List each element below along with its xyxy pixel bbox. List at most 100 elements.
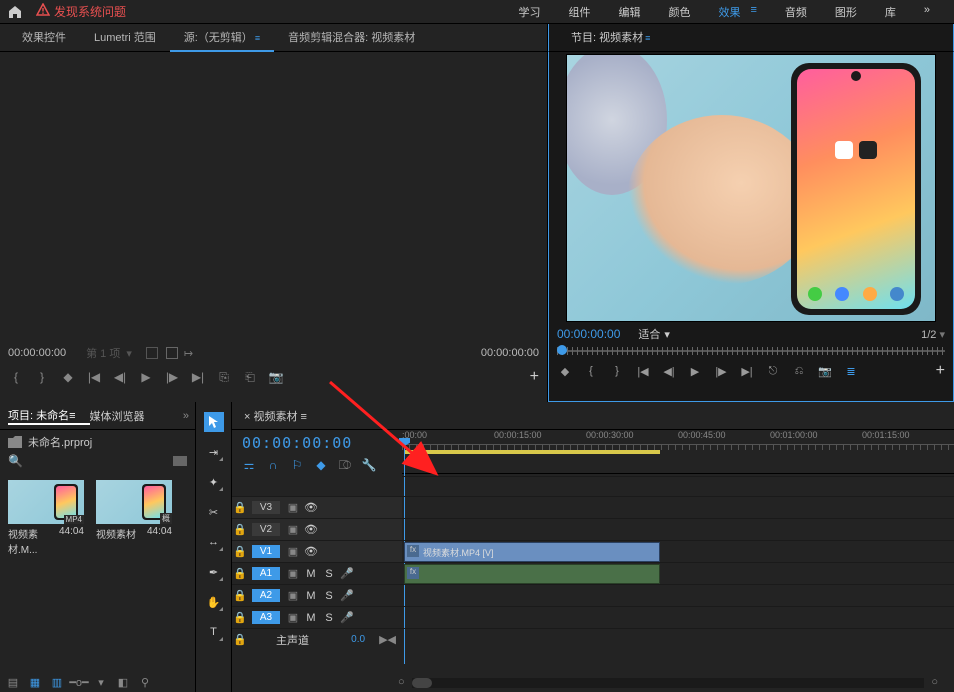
track-header-v2[interactable]: 🔒 V2 ▣ 👁 xyxy=(232,518,402,540)
sort-icon[interactable]: ▾ xyxy=(94,676,108,688)
audio-clip[interactable]: fx xyxy=(404,564,660,584)
search-icon[interactable]: 🔍 xyxy=(8,454,23,468)
source-tc-in[interactable]: 00:00:00:00 xyxy=(8,347,66,359)
panel-menu-icon[interactable]: ≡ xyxy=(645,33,650,43)
tab-source[interactable]: 源:（无剪辑）≡ xyxy=(170,24,274,52)
voiceover-icon[interactable]: 🎤 xyxy=(338,567,356,580)
source-swap-icon[interactable]: ↦ xyxy=(184,347,193,360)
zoom-out-icon[interactable]: ○ xyxy=(398,676,405,688)
fx-badge-icon[interactable]: fx xyxy=(407,567,419,579)
go-out-icon[interactable]: ▶| xyxy=(739,363,755,379)
mute-icon[interactable]: M xyxy=(302,590,320,602)
sync-lock-icon[interactable]: ▣ xyxy=(284,501,302,514)
track-select-tool-icon[interactable]: ⇥ xyxy=(204,442,224,462)
slip-tool-icon[interactable]: ↔ xyxy=(204,532,224,552)
menu-libraries[interactable]: 库 xyxy=(885,4,896,20)
solo-icon[interactable]: S xyxy=(320,612,338,624)
home-icon[interactable] xyxy=(8,5,22,19)
mute-icon[interactable]: M xyxy=(302,568,320,580)
panel-menu-icon[interactable]: ≡ xyxy=(69,410,75,422)
source-frame-btn[interactable] xyxy=(146,347,158,359)
export-frame-icon[interactable]: 📷 xyxy=(817,363,833,379)
tab-project[interactable]: 项目: 未命名≡ xyxy=(8,407,90,425)
step-back-icon[interactable]: ◀| xyxy=(112,369,128,385)
fx-badge-icon[interactable]: fx xyxy=(407,545,419,557)
source-frame-btn2[interactable] xyxy=(166,347,178,359)
wrench-icon[interactable]: 🔧 xyxy=(362,458,376,472)
type-tool-icon[interactable]: T xyxy=(204,622,224,642)
program-tc[interactable]: 00:00:00:00 xyxy=(557,327,620,341)
menu-graphics[interactable]: 图形 xyxy=(835,4,857,20)
project-item[interactable]: MP4 视频素材.M...44:04 xyxy=(8,480,84,556)
marker-icon[interactable]: ◆ xyxy=(557,363,573,379)
insert-overwrite-icon[interactable]: ⎄ xyxy=(338,458,352,472)
menu-assembly[interactable]: 组件 xyxy=(568,4,590,20)
zoom-in-icon[interactable]: ○ xyxy=(931,676,938,688)
zoom-dropdown[interactable]: 适合▾ xyxy=(638,326,670,342)
meter-icon[interactable]: ▶◀ xyxy=(379,633,396,646)
lock-icon[interactable]: 🔒 xyxy=(232,501,248,514)
go-out-icon[interactable]: ▶| xyxy=(190,369,206,385)
lock-icon[interactable]: 🔒 xyxy=(232,523,248,536)
play-icon[interactable]: ▶ xyxy=(687,363,703,379)
snap-icon[interactable]: ⚎ xyxy=(242,458,256,472)
source-monitor[interactable] xyxy=(0,52,547,342)
mark-in-icon[interactable]: { xyxy=(583,363,599,379)
video-clip[interactable]: fx 视频素材.MP4 [V] xyxy=(404,542,660,562)
lock-icon[interactable]: 🔒 xyxy=(232,633,248,646)
selection-tool-icon[interactable] xyxy=(204,412,224,432)
extract-icon[interactable]: ⎌ xyxy=(791,363,807,379)
resolution-dropdown[interactable]: 1/2 ▾ xyxy=(921,328,945,341)
track-header-a3[interactable]: 🔒 A3 ▣ M S 🎤 xyxy=(232,606,402,628)
timeline-settings-icon[interactable]: ◆ xyxy=(314,458,328,472)
menu-editing[interactable]: 编辑 xyxy=(618,4,640,20)
tab-audio-clip-mixer[interactable]: 音频剪辑混合器: 视频素材 xyxy=(274,24,429,52)
step-back-icon[interactable]: ◀| xyxy=(661,363,677,379)
track-header-v1[interactable]: 🔒 V1 ▣ 👁 xyxy=(232,540,402,562)
lift-icon[interactable]: ⎋ xyxy=(765,363,781,379)
project-item[interactable]: 概 视频素材44:04 xyxy=(96,480,172,556)
work-area-bar[interactable] xyxy=(404,450,660,454)
hand-tool-icon[interactable]: ✋ xyxy=(204,592,224,612)
voiceover-icon[interactable]: 🎤 xyxy=(338,611,356,624)
timeline-tc[interactable]: 00:00:00:00 xyxy=(242,434,392,452)
menu-learn[interactable]: 学习 xyxy=(518,4,540,20)
program-monitor[interactable] xyxy=(566,54,936,322)
timeline-ruler[interactable]: :00:00 00:00:15:00 00:00:30:00 00:00:45:… xyxy=(402,430,954,474)
linked-selection-icon[interactable]: ∩ xyxy=(266,458,280,472)
sync-lock-icon[interactable]: ▣ xyxy=(284,567,302,580)
mark-in-icon[interactable]: { xyxy=(8,369,24,385)
go-in-icon[interactable]: |◀ xyxy=(86,369,102,385)
menu-audio[interactable]: 音频 xyxy=(785,4,807,20)
track-header-a1[interactable]: 🔒 A1 ▣ M S 🎤 xyxy=(232,562,402,584)
voiceover-icon[interactable]: 🎤 xyxy=(338,589,356,602)
overflow-icon[interactable]: » xyxy=(183,410,189,422)
project-filename[interactable]: 未命名.prproj xyxy=(28,434,92,450)
menu-overflow[interactable]: » xyxy=(924,4,930,20)
eye-icon[interactable]: 👁 xyxy=(302,501,320,514)
lock-icon[interactable]: 🔒 xyxy=(232,567,248,580)
icon-view-icon[interactable]: ▦ xyxy=(28,676,42,688)
tab-media-browser[interactable]: 媒体浏览器 xyxy=(90,408,159,424)
zoom-slider[interactable]: ━o━ xyxy=(72,676,86,688)
solo-icon[interactable]: S xyxy=(320,590,338,602)
pen-tool-icon[interactable]: ✒ xyxy=(204,562,224,582)
panel-menu-icon[interactable]: ≡ xyxy=(301,411,307,423)
lock-icon[interactable]: 🔒 xyxy=(232,611,248,624)
mark-out-icon[interactable]: } xyxy=(34,369,50,385)
sync-lock-icon[interactable]: ▣ xyxy=(284,589,302,602)
menu-color[interactable]: 颜色 xyxy=(668,4,690,20)
marker-icon[interactable]: ◆ xyxy=(60,369,76,385)
razor-tool-icon[interactable]: ✂ xyxy=(204,502,224,522)
lock-icon[interactable]: 🔒 xyxy=(232,545,248,558)
mute-icon[interactable]: M xyxy=(302,612,320,624)
eye-icon[interactable]: 👁 xyxy=(302,523,320,536)
view-mode-icon[interactable] xyxy=(173,456,187,466)
tab-lumetri-scopes[interactable]: Lumetri 范围 xyxy=(80,24,170,52)
play-icon[interactable]: ▶ xyxy=(138,369,154,385)
menu-effects[interactable]: 效果 xyxy=(718,4,740,20)
step-fwd-icon[interactable]: |▶ xyxy=(713,363,729,379)
find-icon[interactable]: ⚲ xyxy=(138,676,152,688)
export-frame-icon[interactable]: 📷 xyxy=(268,369,284,385)
tab-effect-controls[interactable]: 效果控件 xyxy=(8,24,80,52)
